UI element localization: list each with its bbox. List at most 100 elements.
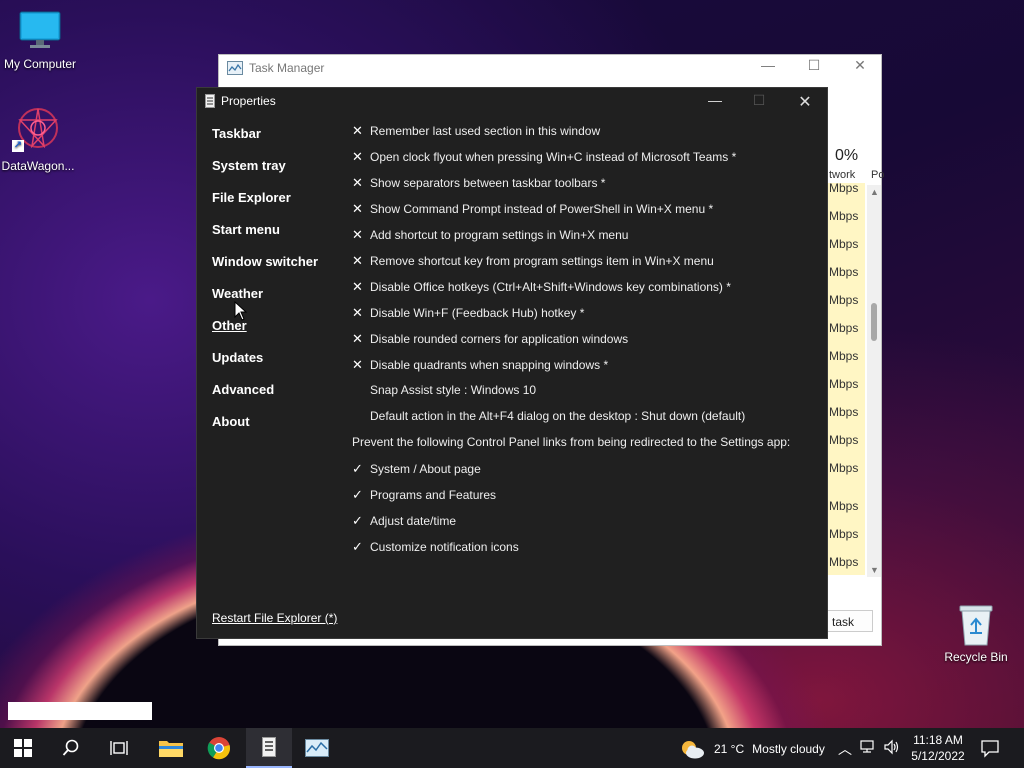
network-column-header[interactable]: twork — [829, 169, 855, 181]
option-label: Add shortcut to program settings in Win+… — [370, 228, 629, 242]
option-notification-icons[interactable]: ✓ Customize notification icons — [352, 539, 519, 555]
option-remember-section[interactable]: ✕ Remember last used section in this wind… — [352, 123, 600, 139]
search-icon — [62, 739, 79, 756]
option-label: Adjust date/time — [370, 514, 457, 528]
network-cell: Mbps — [829, 461, 859, 475]
option-label: Programs and Features — [370, 488, 497, 502]
mouse-cursor-icon — [234, 301, 248, 321]
power-column-header[interactable]: Po — [871, 169, 884, 181]
x-mark-icon: ✕ — [352, 305, 363, 320]
notification-icon — [981, 740, 999, 758]
option-remove-shortcut-key[interactable]: ✕ Remove shortcut key from program settin… — [352, 253, 714, 269]
network-cell: Mbps — [829, 405, 859, 419]
desktop-icon-recycle-bin[interactable]: Recycle Bin — [940, 603, 1012, 664]
option-label: Customize notification icons — [370, 540, 519, 554]
nav-item-updates[interactable]: Updates — [212, 350, 263, 365]
weather-temperature: 21 °C — [714, 742, 745, 756]
desktop-icon-my-computer[interactable]: My Computer — [0, 10, 80, 71]
control-panel-links-heading: Prevent the following Control Panel link… — [352, 435, 790, 449]
option-label: Disable rounded corners for application … — [370, 332, 629, 346]
scroll-down-icon[interactable]: ▼ — [870, 565, 879, 575]
nav-item-start-menu[interactable]: Start menu — [212, 222, 280, 237]
end-task-button[interactable]: task — [825, 610, 873, 632]
option-feedback-hub-hotkey[interactable]: ✕ Disable Win+F (Feedback Hub) hotkey * — [352, 305, 584, 321]
weather-widget[interactable]: 21 °C Mostly cloudy — [678, 738, 825, 760]
option-snap-assist-style[interactable]: Snap Assist style : Windows 10 — [352, 383, 536, 397]
task-manager-scrollbar[interactable]: ▲ ▼ — [867, 185, 881, 577]
option-add-shortcut-winx[interactable]: ✕ Add shortcut to program settings in Win… — [352, 227, 628, 243]
option-label: Disable Office hotkeys (Ctrl+Alt+Shift+W… — [370, 280, 731, 294]
clock[interactable]: 11:18 AM 5/12/2022 — [906, 732, 970, 764]
scrollbar-thumb[interactable] — [871, 303, 877, 341]
maximize-button[interactable]: ☐ — [799, 57, 829, 74]
desktop-icon-label: Recycle Bin — [944, 650, 1008, 664]
option-toolbar-separators[interactable]: ✕ Show separators between taskbar toolbar… — [352, 175, 605, 191]
option-programs-features[interactable]: ✓ Programs and Features — [352, 487, 496, 503]
network-cell: Mbps — [829, 433, 859, 447]
notification-button[interactable] — [980, 738, 1000, 763]
option-alt-f4-default[interactable]: Default action in the Alt+F4 dialog on t… — [352, 409, 745, 423]
properties-titlebar: Properties — [205, 94, 276, 108]
maximize-button[interactable]: ☐ — [739, 92, 779, 109]
nav-item-advanced[interactable]: Advanced — [212, 382, 274, 397]
minimize-button[interactable]: — — [695, 92, 735, 108]
start-button[interactable] — [0, 728, 46, 768]
x-mark-icon: ✕ — [352, 175, 363, 190]
properties-app-icon — [262, 737, 276, 757]
x-mark-icon: ✕ — [352, 331, 363, 346]
desktop-white-bar — [8, 702, 152, 720]
network-cell: Mbps — [829, 349, 859, 363]
x-mark-icon: ✕ — [352, 357, 363, 372]
clock-time: 11:18 AM — [913, 733, 963, 747]
x-mark-icon: ✕ — [352, 123, 363, 138]
scroll-up-icon[interactable]: ▲ — [870, 187, 879, 197]
nav-item-system-tray[interactable]: System tray — [212, 158, 286, 173]
properties-window[interactable]: Properties — ☐ ✕ Taskbar System tray Fil… — [196, 87, 828, 639]
search-button[interactable] — [48, 728, 94, 768]
nav-item-taskbar[interactable]: Taskbar — [212, 126, 261, 141]
chevron-up-icon[interactable]: ︿ — [838, 739, 852, 759]
restart-file-explorer-link[interactable]: Restart File Explorer (*) — [212, 611, 337, 625]
nav-item-about[interactable]: About — [212, 414, 250, 429]
clock-date: 5/12/2022 — [911, 749, 965, 763]
option-snap-quadrants[interactable]: ✕ Disable quadrants when snapping windows… — [352, 357, 608, 373]
option-label: Snap Assist style : Windows 10 — [370, 383, 537, 397]
properties-app-icon — [205, 94, 215, 108]
desktop-icon-label: DataWagon... — [1, 159, 75, 173]
option-clock-flyout[interactable]: ✕ Open clock flyout when pressing Win+C i… — [352, 149, 736, 165]
network-percent: 0% — [835, 147, 859, 164]
option-rounded-corners[interactable]: ✕ Disable rounded corners for application… — [352, 331, 628, 347]
network-cell: Mbps — [829, 377, 859, 391]
option-label: Disable quadrants when snapping windows … — [370, 358, 609, 372]
nav-item-file-explorer[interactable]: File Explorer — [212, 190, 291, 205]
chrome-taskbar-button[interactable] — [196, 728, 242, 768]
desktop-icon-label: My Computer — [3, 57, 77, 71]
task-manager-icon — [227, 61, 243, 75]
option-label: Disable Win+F (Feedback Hub) hotkey * — [370, 306, 585, 320]
properties-taskbar-button[interactable] — [246, 728, 292, 768]
desktop-icon-datawagon[interactable]: ↗ DataWagon... — [0, 106, 78, 173]
close-button[interactable]: ✕ — [845, 57, 875, 74]
option-office-hotkeys[interactable]: ✕ Disable Office hotkeys (Ctrl+Alt+Shift+… — [352, 279, 731, 295]
nav-item-weather[interactable]: Weather — [212, 286, 263, 301]
x-mark-icon: ✕ — [352, 279, 363, 294]
network-icon[interactable] — [860, 739, 876, 755]
network-cell: Mbps — [829, 321, 859, 335]
minimize-button[interactable]: — — [753, 57, 783, 73]
file-explorer-taskbar-button[interactable] — [148, 728, 194, 768]
volume-icon[interactable] — [884, 739, 900, 755]
network-cell: Mbps — [829, 209, 859, 223]
x-mark-icon: ✕ — [352, 253, 363, 268]
option-system-about[interactable]: ✓ System / About page — [352, 461, 481, 477]
option-label: Remove shortcut key from program setting… — [370, 254, 714, 268]
folder-icon — [159, 741, 183, 757]
task-manager-taskbar-button[interactable] — [294, 728, 340, 768]
network-cell: Mbps — [829, 293, 859, 307]
network-cell: Mbps — [829, 555, 859, 569]
close-button[interactable]: ✕ — [785, 92, 825, 112]
option-adjust-date-time[interactable]: ✓ Adjust date/time — [352, 513, 456, 529]
nav-item-window-switcher[interactable]: Window switcher — [212, 254, 318, 269]
option-command-prompt[interactable]: ✕ Show Command Prompt instead of PowerShe… — [352, 201, 713, 217]
task-view-button[interactable] — [96, 728, 142, 768]
x-mark-icon: ✕ — [352, 149, 363, 164]
